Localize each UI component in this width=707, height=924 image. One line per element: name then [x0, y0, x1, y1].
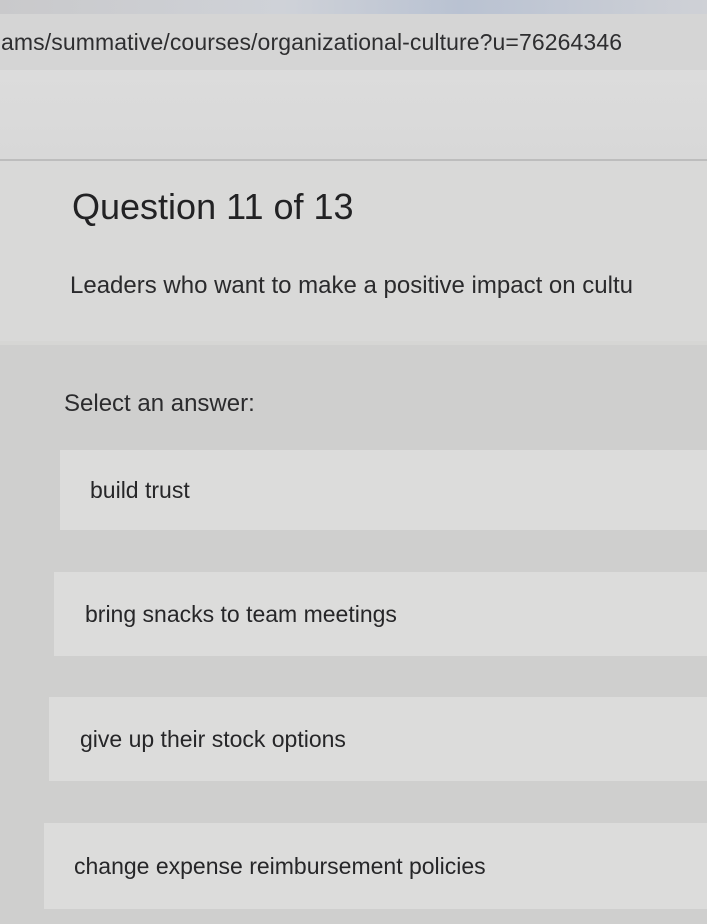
question-text: Leaders who want to make a positive impa…: [70, 272, 633, 299]
select-answer-label: Select an answer:: [64, 390, 255, 417]
answer-option-build-trust[interactable]: build trust: [60, 450, 707, 530]
question-title: Question 11 of 13: [72, 186, 354, 227]
answer-option-bring-snacks[interactable]: bring snacks to team meetings: [54, 572, 707, 656]
browser-top-strip: [0, 0, 707, 14]
page-header-area: [0, 70, 707, 160]
url-text[interactable]: ams/summative/courses/organizational-cul…: [0, 29, 622, 56]
answer-option-label: change expense reimbursement policies: [74, 852, 486, 879]
answer-option-label: bring snacks to team meetings: [85, 600, 397, 627]
answer-option-give-up-stock-options[interactable]: give up their stock options: [49, 697, 707, 781]
answer-option-label: give up their stock options: [80, 725, 346, 752]
address-bar[interactable]: ams/summative/courses/organizational-cul…: [0, 14, 707, 70]
answer-option-label: build trust: [90, 476, 190, 503]
answer-option-change-expense-policies[interactable]: change expense reimbursement policies: [44, 823, 707, 909]
